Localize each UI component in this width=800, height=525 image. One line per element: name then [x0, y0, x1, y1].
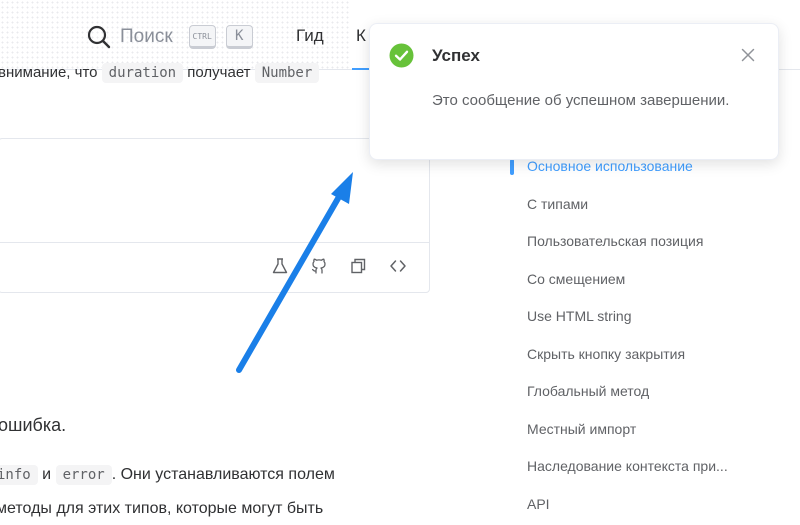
toc-item-hide-close[interactable]: Скрыть кнопку закрытия [527, 346, 685, 362]
paragraph-text: методы для этих типов, которые могут быт… [0, 500, 324, 517]
toc-item-html-string[interactable]: Use HTML string [527, 308, 632, 324]
nav-component-link[interactable]: К [356, 26, 366, 46]
success-notification: Успех Это сообщение об успешном завершен… [369, 23, 779, 160]
toc-item-api[interactable]: API [527, 496, 550, 512]
toc-item-local-import[interactable]: Местный импорт [527, 421, 636, 437]
toc-active-marker [510, 159, 514, 175]
inline-code: info [0, 465, 38, 485]
content-text: . Они устанавливаются полем [111, 466, 335, 483]
toc-item-with-types[interactable]: С типами [527, 196, 588, 212]
experiment-icon[interactable] [270, 256, 290, 276]
demo-divider [0, 242, 429, 243]
notification-message: Это сообщение об успешном завершении. [432, 92, 730, 109]
nav-active-indicator [352, 68, 370, 70]
toc-item-context-inheritance[interactable]: Наследование контекста при... [527, 458, 728, 474]
notification-title: Успех [432, 46, 480, 65]
success-check-icon [389, 43, 414, 68]
copy-icon[interactable] [348, 256, 368, 276]
content-text: внимание, что [0, 64, 98, 81]
search-icon [87, 25, 111, 49]
code-icon[interactable] [388, 256, 408, 276]
kbd-ctrl: CTRL [188, 25, 216, 49]
content-text: получает [187, 64, 251, 81]
close-icon[interactable] [740, 47, 756, 63]
inline-code: error [55, 465, 112, 485]
toc-item-basic-usage[interactable]: Основное использование [527, 158, 693, 174]
toc-item-global-method[interactable]: Глобальный метод [527, 383, 649, 399]
content-line: внимание, что duration получает Number [0, 63, 320, 83]
nav-guide-link[interactable]: Гид [296, 26, 324, 46]
github-icon[interactable] [309, 256, 329, 276]
inline-code: duration [101, 63, 184, 83]
paragraph-text: ошибка. [0, 415, 67, 435]
search-button[interactable]: Поиск CTRL K [86, 22, 253, 52]
kbd-k: K [225, 25, 253, 49]
toc-item-with-offset[interactable]: Со смещением [527, 271, 625, 287]
inline-code: Number [254, 63, 320, 83]
search-label: Поиск [120, 26, 173, 47]
content-text: и [42, 466, 52, 483]
paragraph-line: info и error. Они устанавливаются полем [0, 465, 335, 485]
toc-item-custom-position[interactable]: Пользовательская позиция [527, 233, 703, 249]
